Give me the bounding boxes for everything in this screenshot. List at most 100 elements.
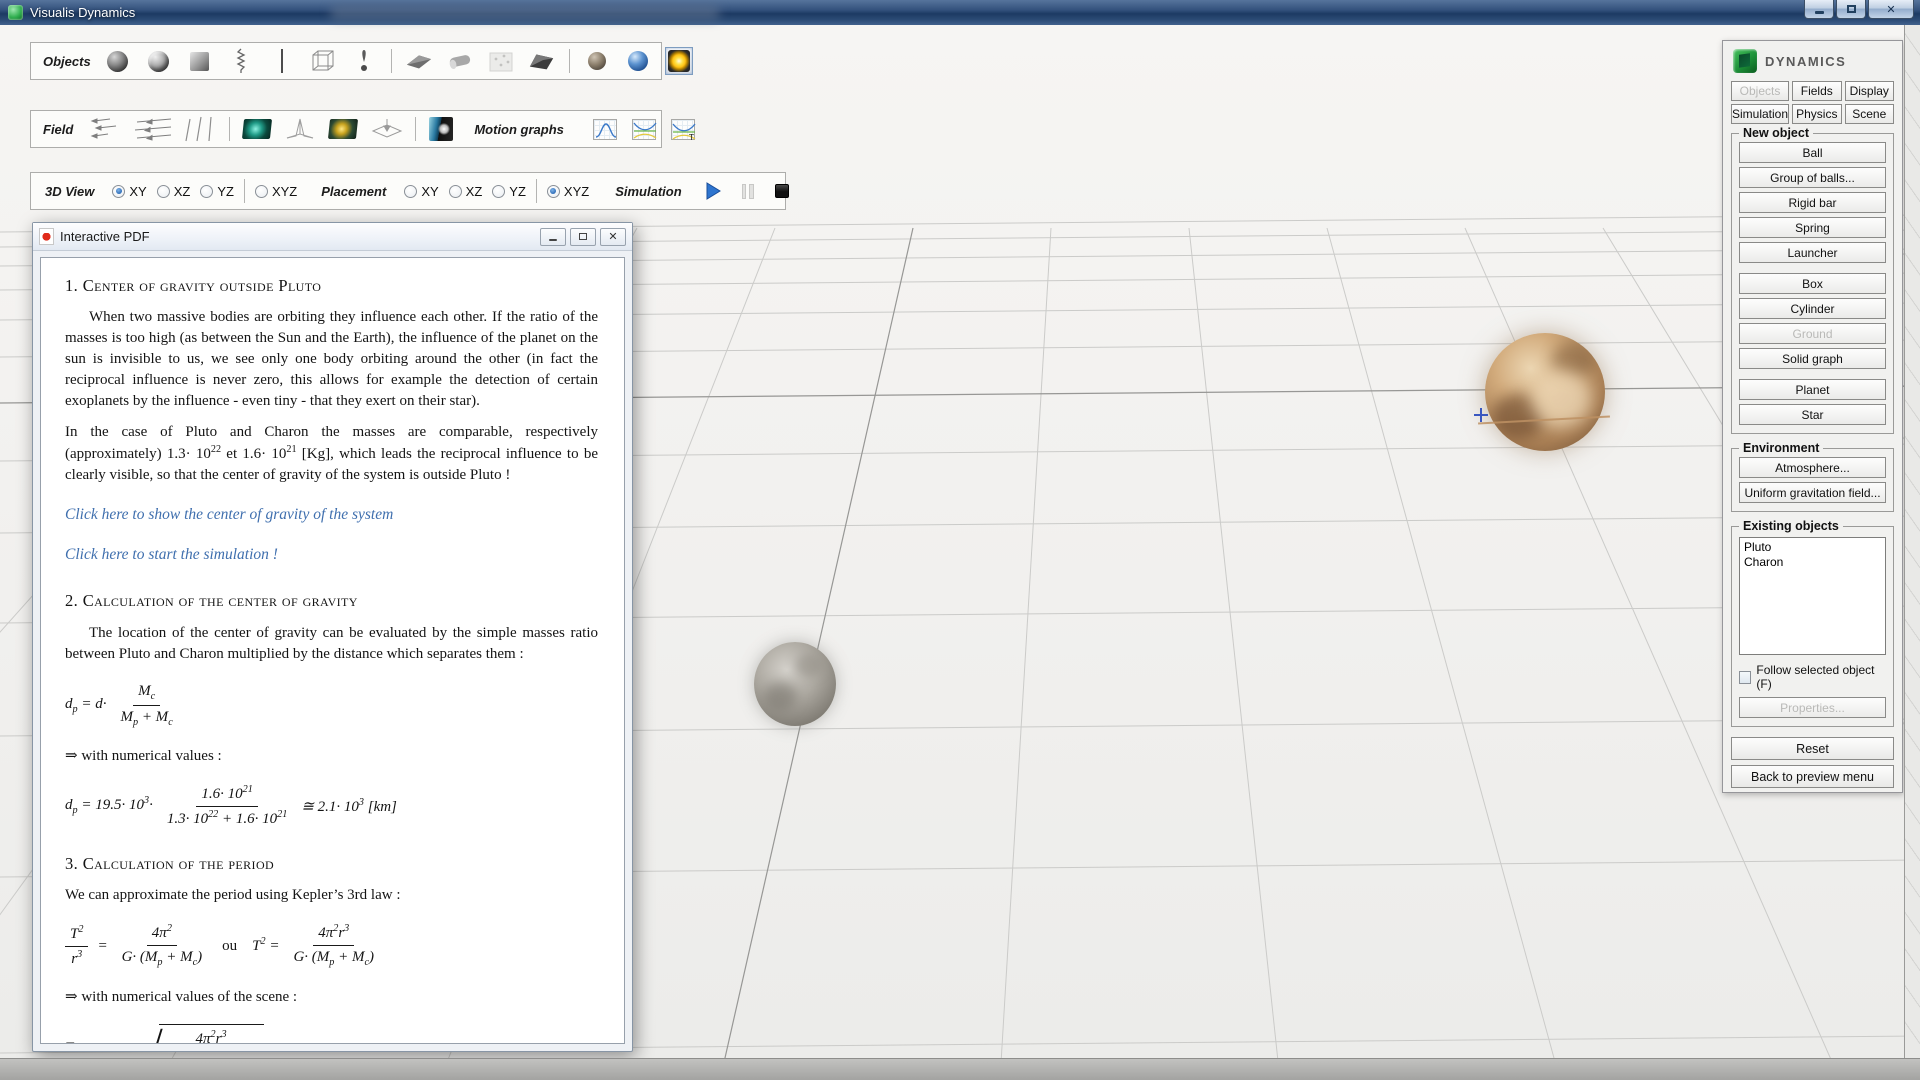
existing-objects-group: Existing objects Pluto Charon Follow sel… [1731,526,1894,727]
objects-label: Objects [43,54,91,69]
group-of-balls-icon[interactable] [145,47,173,75]
panel-bottom-buttons: Reset Back to preview menu [1731,737,1894,788]
pdf-titlebar[interactable]: Interactive PDF ✕ [33,223,632,251]
formula-kepler: T2r3 = 4π2G· (Mp + Mc) ou T2 = 4π2r3G· (… [65,922,598,970]
window-title: Visualis Dynamics [30,5,135,20]
radio-placement-xyz[interactable]: XYZ [547,184,589,199]
spring-button[interactable]: Spring [1739,217,1886,238]
plane-icon[interactable] [405,47,433,75]
spring-icon[interactable] [227,47,255,75]
graph-multi-time-icon[interactable]: T [669,115,697,143]
vector-field-icon[interactable] [84,115,122,143]
pdf-file-icon [39,228,54,245]
existing-objects-title: Existing objects [1739,519,1843,533]
pdf-minimize-button[interactable] [540,228,566,246]
pdf-content: 1. Center of gravity outside Pluto When … [40,257,625,1044]
formula-numerical-values: dp = 19.5· 103· 1.6· 10211.3· 1022 + 1.6… [65,783,598,830]
tab-physics[interactable]: Physics [1792,104,1841,124]
box-icon[interactable] [186,47,214,75]
ball-icon[interactable] [104,47,132,75]
uniform-field-icon[interactable] [133,115,173,143]
tab-display[interactable]: Display [1845,81,1894,101]
ground-button[interactable]: Ground [1739,323,1886,344]
radio-placement-xz[interactable]: XZ [449,184,483,199]
pdf-restore-button[interactable] [570,228,596,246]
radio-view-xyz[interactable]: XYZ [255,184,297,199]
interactive-pdf-window: Interactive PDF ✕ 1. Center of gravity o… [32,222,633,1052]
follow-object-checkbox[interactable] [1739,671,1751,684]
wire-cube-icon[interactable] [309,47,337,75]
pluto-sphere[interactable] [1485,333,1605,451]
maximize-icon[interactable] [1836,0,1866,19]
wire-flat-icon[interactable] [370,115,404,143]
stop-icon[interactable] [770,179,794,203]
new-object-title: New object [1739,126,1813,140]
link-start-simulation[interactable]: Click here to start the simulation ! [65,544,598,566]
minimize-icon[interactable] [1804,0,1834,19]
3d-view-label: 3D View [45,184,94,199]
list-item-charon[interactable]: Charon [1744,555,1881,570]
center-of-gravity-marker [1474,408,1488,422]
window-controls: ✕ [1802,0,1914,19]
reset-button[interactable]: Reset [1731,737,1894,760]
radio-placement-yz[interactable]: YZ [492,184,526,199]
cylinder-button[interactable]: Cylinder [1739,298,1886,319]
dynamics-panel: DYNAMICS Objects Fields Display Simulati… [1722,40,1903,793]
play-icon[interactable] [702,179,726,203]
star-button[interactable]: Star [1739,404,1886,425]
ground-icon[interactable] [487,47,515,75]
tab-objects[interactable]: Objects [1731,81,1789,101]
atmosphere-button[interactable]: Atmosphere... [1739,457,1886,478]
graph-multi-icon[interactable] [630,115,658,143]
back-to-preview-menu-button[interactable]: Back to preview menu [1731,765,1894,788]
radio-view-xy[interactable]: XY [112,184,146,199]
surface-glow-yellow-icon[interactable] [327,115,359,143]
toolbar-separator [244,179,245,203]
panel-tabs: Objects Fields Display Simulation Physic… [1731,81,1894,124]
rigid-bar-icon[interactable] [268,47,296,75]
tab-scene[interactable]: Scene [1845,104,1894,124]
solid-graph-icon[interactable] [528,47,556,75]
close-icon[interactable]: ✕ [1868,0,1914,19]
tab-simulation[interactable]: Simulation [1731,104,1789,124]
app-window: Objects [0,0,1920,1080]
charon-sphere[interactable] [754,642,836,726]
planet-button[interactable]: Planet [1739,379,1886,400]
launcher-button[interactable]: Launcher [1739,242,1886,263]
environment-group: Environment Atmosphere... Uniform gravit… [1731,448,1894,512]
wire-peak-icon[interactable] [284,115,316,143]
pdf-close-button[interactable]: ✕ [600,228,626,246]
uniform-gravitation-button[interactable]: Uniform gravitation field... [1739,482,1886,503]
surface-glow-teal-icon[interactable] [241,115,273,143]
cylinder-icon[interactable] [446,47,474,75]
radio-view-yz[interactable]: YZ [200,184,234,199]
pdf-window-title: Interactive PDF [60,229,536,244]
properties-button[interactable]: Properties... [1739,697,1886,718]
star-icon[interactable] [665,47,693,75]
app-logo-icon [8,5,23,20]
list-item-pluto[interactable]: Pluto [1744,540,1881,555]
group-of-balls-button[interactable]: Group of balls... [1739,167,1886,188]
pdf-paragraph-6: ⇒ with numerical values of the scene : [65,987,598,1008]
radio-placement-xy[interactable]: XY [404,184,438,199]
formula-center-of-gravity: dp = d· McMp + Mc [65,681,598,731]
radio-view-xz[interactable]: XZ [157,184,191,199]
main-titlebar[interactable]: Visualis Dynamics ✕ [0,0,1920,25]
tab-fields[interactable]: Fields [1792,81,1841,101]
graph-curve-icon[interactable] [591,115,619,143]
existing-objects-list[interactable]: Pluto Charon [1739,537,1886,655]
pause-icon[interactable] [736,179,760,203]
link-show-center-of-gravity[interactable]: Click here to show the center of gravity… [65,504,598,526]
ball-button[interactable]: Ball [1739,142,1886,163]
solid-graph-button[interactable]: Solid graph [1739,348,1886,369]
earth-icon[interactable] [624,47,652,75]
formula-period-theory: Ttheory = √4π2r3G· (Mp + Mc) == 5.587E5 … [65,1024,598,1045]
box-button[interactable]: Box [1739,273,1886,294]
launcher-icon[interactable] [350,47,378,75]
line-field-icon[interactable] [184,115,218,143]
planet-icon[interactable] [583,47,611,75]
pdf-section-2-heading: 2. Calculation of the center of gravity [65,589,598,612]
field-split-icon[interactable] [427,115,455,143]
rigid-bar-button[interactable]: Rigid bar [1739,192,1886,213]
toolbar-field: Field [30,110,662,148]
